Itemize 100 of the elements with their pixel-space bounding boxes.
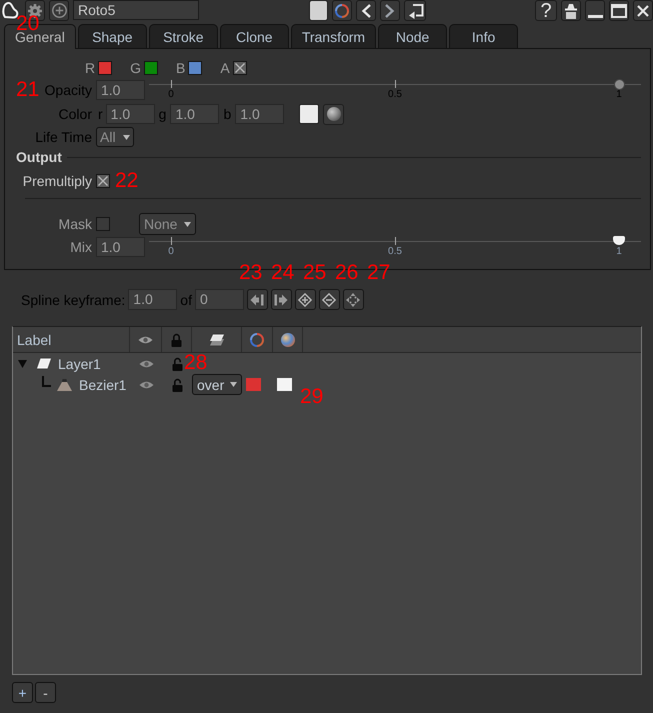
color-wheel-icon[interactable] <box>250 332 264 346</box>
curve-shape-icon <box>1 1 19 19</box>
field-label: Mix <box>70 239 92 255</box>
color-swatch-button[interactable] <box>299 104 320 124</box>
channel-label: R <box>85 60 96 76</box>
layer-icon <box>37 358 51 369</box>
callout-number: 21 <box>16 79 40 100</box>
figure-icon <box>563 2 579 18</box>
layer-name[interactable]: Bezier1 <box>79 376 126 392</box>
tab[interactable]: Shape <box>78 24 147 48</box>
color-field[interactable]: 1.0 <box>106 104 155 124</box>
opacity-field[interactable]: 1.0 <box>96 80 145 100</box>
keyframe-field[interactable]: 1.0 <box>128 289 178 310</box>
callout-number: 26 <box>334 262 358 283</box>
eye-icon[interactable] <box>138 358 154 368</box>
color-field[interactable]: 1.0 <box>235 104 284 124</box>
bezier-icon <box>57 378 72 390</box>
x-mark-icon <box>98 176 108 186</box>
diamond-plus-icon <box>298 292 312 306</box>
stack-icon[interactable] <box>209 334 224 346</box>
callout-number: 23 <box>238 262 262 283</box>
x-mark-icon <box>234 63 245 73</box>
color-field[interactable]: 1.0 <box>170 104 220 124</box>
remove-layer-button[interactable]: - <box>35 682 56 703</box>
next-button[interactable] <box>380 0 400 21</box>
mix-field[interactable]: 1.0 <box>96 237 145 257</box>
add-button[interactable] <box>49 0 69 21</box>
close-icon <box>637 4 649 16</box>
color-picker-button[interactable] <box>323 104 344 124</box>
next-key-button[interactable] <box>270 289 292 310</box>
tab[interactable]: Clone <box>220 24 289 48</box>
channel-checkbox[interactable] <box>232 61 247 75</box>
callout-number: 29 <box>300 386 324 407</box>
tab[interactable]: Info <box>449 24 518 48</box>
color-swatch[interactable] <box>277 378 292 391</box>
right-arrow-icon <box>274 294 288 306</box>
field-label: Mask <box>58 216 92 232</box>
channel-label: G <box>130 60 142 76</box>
previous-button[interactable] <box>356 0 376 21</box>
tick-label: 0 <box>168 247 174 257</box>
return-button[interactable] <box>404 0 426 21</box>
dropdown-value: All <box>100 129 116 145</box>
color-swatch[interactable] <box>246 378 261 391</box>
premultiply-checkbox[interactable] <box>96 174 110 188</box>
channel-checkbox[interactable] <box>144 61 158 75</box>
tick-label: 0.5 <box>388 247 402 257</box>
callout-number: 28 <box>184 352 208 373</box>
sphere-icon[interactable] <box>280 332 294 346</box>
delete-key-button[interactable] <box>318 289 340 310</box>
return-arrow-icon <box>406 2 424 18</box>
caret-icon <box>184 222 191 226</box>
mask-dropdown[interactable]: None <box>139 213 196 235</box>
close-button[interactable] <box>633 0 653 21</box>
channel-checkbox[interactable] <box>98 61 112 75</box>
tab[interactable]: Node <box>378 24 448 48</box>
eye-icon[interactable] <box>138 334 153 344</box>
previous-key-button[interactable] <box>246 289 268 310</box>
node-name-field[interactable]: Roto5 <box>73 0 199 20</box>
field-label: Premultiply <box>22 173 92 189</box>
add-layer-button[interactable]: + <box>12 682 33 703</box>
tab[interactable]: Stroke <box>148 24 218 48</box>
channel-label: A <box>220 60 230 76</box>
callout-number: 22 <box>115 170 138 191</box>
minimize-button[interactable] <box>585 0 605 21</box>
maximize-icon <box>611 4 627 18</box>
tree-connector-icon <box>42 376 51 387</box>
life-time-dropdown[interactable]: All <box>96 127 134 147</box>
slider-thumb[interactable] <box>613 236 625 245</box>
help-button[interactable]: ? <box>535 0 557 21</box>
color-wheel-button[interactable] <box>332 0 352 21</box>
maximize-button[interactable] <box>609 0 629 21</box>
callout-number: 24 <box>270 262 294 283</box>
caret-icon <box>123 134 130 140</box>
left-arrow-icon <box>250 294 264 306</box>
blend-mode-dropdown[interactable]: over <box>192 374 242 395</box>
column-header[interactable]: Label <box>17 332 52 348</box>
plus-circle-icon <box>52 3 66 18</box>
section-title: Output <box>16 149 62 165</box>
tab[interactable]: Transform <box>290 24 376 48</box>
dropdown-value: None <box>144 216 178 232</box>
caret-icon <box>230 382 237 387</box>
channel-label: B <box>176 60 186 76</box>
slider-thumb[interactable] <box>614 79 624 90</box>
reset-key-button[interactable] <box>342 289 364 310</box>
dropdown-value: over <box>197 376 224 392</box>
sphere-icon <box>326 107 341 121</box>
layer-name[interactable]: Layer1 <box>58 356 101 372</box>
four-arrows-icon <box>346 292 360 306</box>
eye-icon[interactable] <box>138 380 154 390</box>
chevron-right-icon <box>385 4 395 18</box>
tick-label: 1 <box>616 247 622 257</box>
callout-number: 27 <box>366 262 390 283</box>
channel-checkbox[interactable] <box>188 61 202 75</box>
keyframe-count-field[interactable]: 0 <box>194 289 244 310</box>
figure-button[interactable] <box>561 0 581 21</box>
mask-checkbox[interactable] <box>96 217 110 231</box>
callout-number: 25 <box>302 262 326 283</box>
diamond-minus-icon <box>322 292 336 306</box>
add-key-button[interactable] <box>294 289 316 310</box>
color-swatch-button[interactable] <box>309 0 328 21</box>
